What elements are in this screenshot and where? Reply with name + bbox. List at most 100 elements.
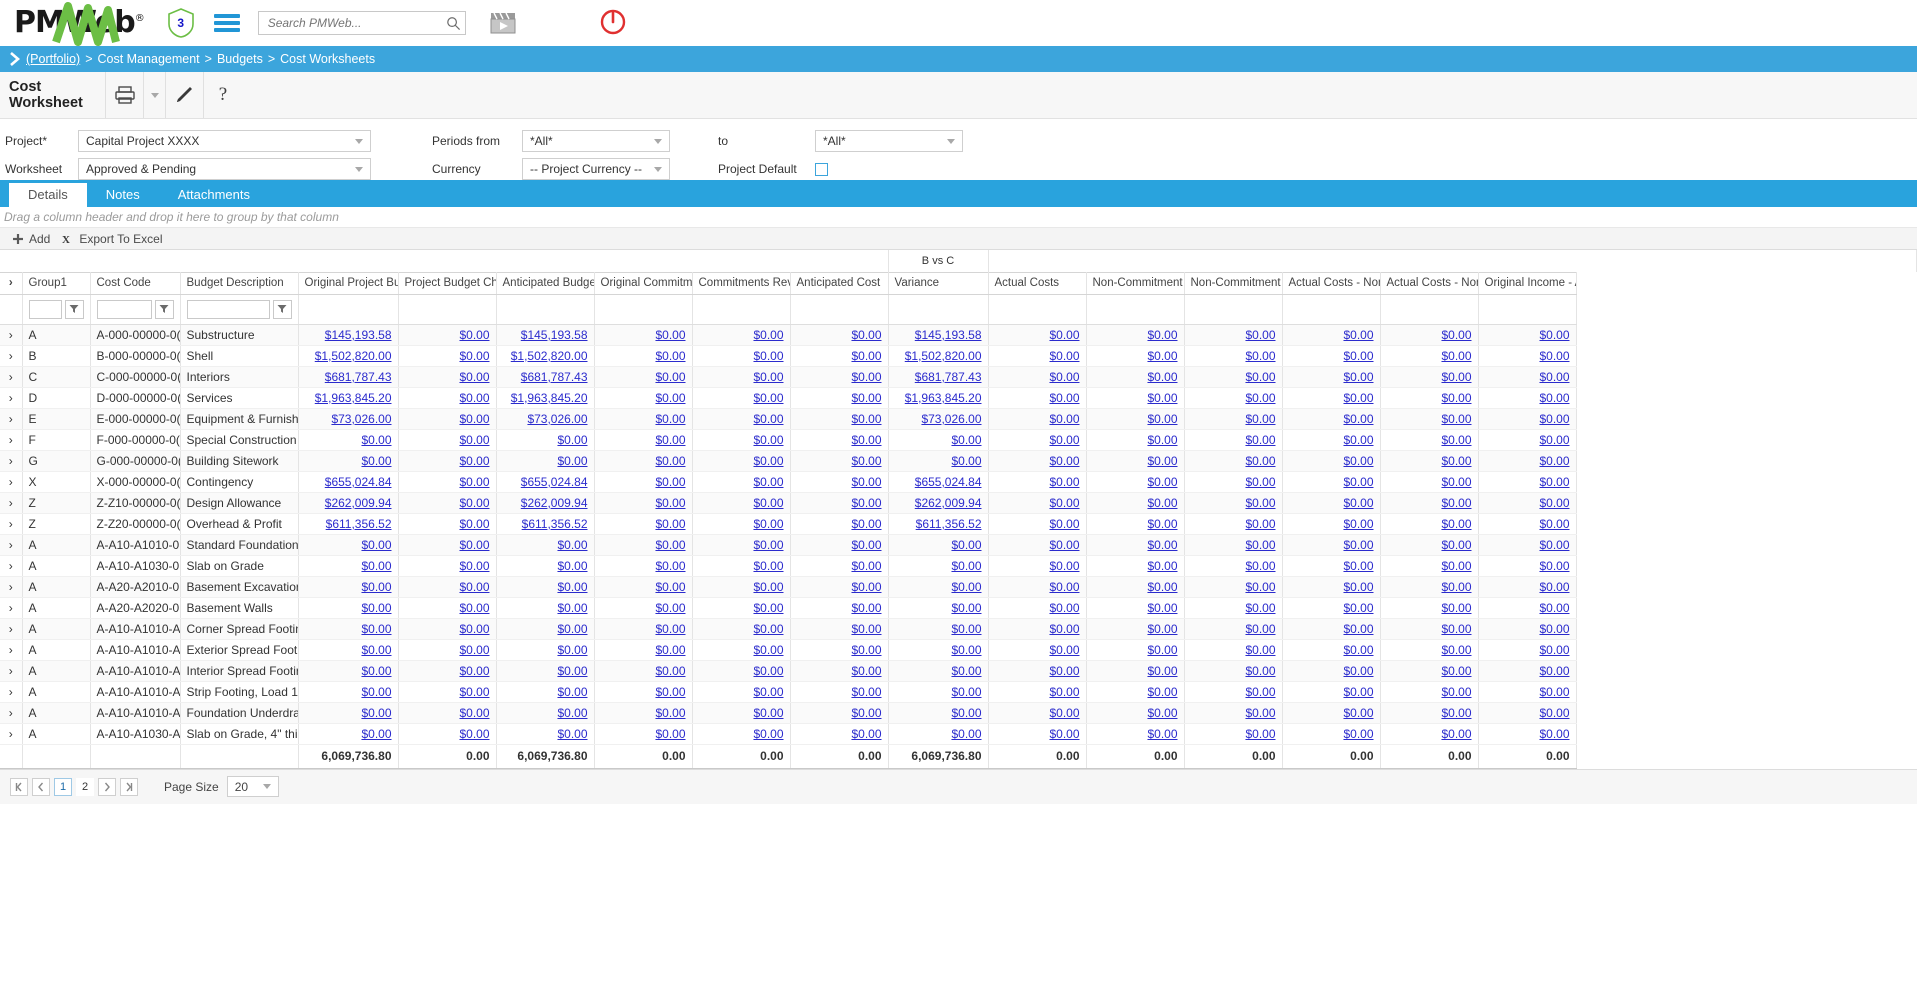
breadcrumb-item-cost-worksheets[interactable]: Cost Worksheets [280,52,375,66]
amount-link[interactable]: $0.00 [1049,664,1079,678]
cell-original_commitment[interactable]: $0.00 [594,555,693,577]
cell-commitments_revised[interactable]: $0.00 [692,618,791,640]
cell-actual_costs[interactable]: $0.00 [988,555,1087,577]
cell-non_commitment_2[interactable]: $0.00 [1184,366,1283,388]
amount-link[interactable]: $145,193.58 [915,328,982,342]
export-to-excel-button[interactable]: X Export To Excel [50,232,162,246]
amount-link[interactable]: $0.00 [655,538,685,552]
amount-link[interactable]: $0.00 [1147,685,1177,699]
cell-actual_costs_non_1[interactable]: $0.00 [1282,681,1381,703]
amount-link[interactable]: $0.00 [459,328,489,342]
amount-link[interactable]: $0.00 [851,349,881,363]
cell-non_commitment_1[interactable]: $0.00 [1086,597,1185,619]
amount-link[interactable]: $0.00 [459,559,489,573]
amount-link[interactable]: $1,502,820.00 [511,349,588,363]
amount-link[interactable]: $0.00 [851,454,881,468]
cell-non_commitment_1[interactable]: $0.00 [1086,429,1185,451]
amount-link[interactable]: $0.00 [851,580,881,594]
cell-variance[interactable]: $681,787.43 [888,366,989,388]
cell-anticipated_budget[interactable]: $0.00 [496,534,595,556]
amount-link[interactable]: $0.00 [753,580,783,594]
amount-link[interactable]: $0.00 [951,538,981,552]
amount-link[interactable]: $1,963,845.20 [511,391,588,405]
cell-actual_costs[interactable]: $0.00 [988,639,1087,661]
amount-link[interactable]: $0.00 [1049,517,1079,531]
amount-link[interactable]: $0.00 [1343,580,1373,594]
amount-link[interactable]: $0.00 [1147,538,1177,552]
amount-link[interactable]: $611,356.52 [326,517,392,531]
amount-link[interactable]: $0.00 [1343,727,1373,741]
amount-link[interactable]: $0.00 [361,664,391,678]
cell-original_commitment[interactable]: $0.00 [594,639,693,661]
row-expand-icon[interactable]: › [0,324,23,346]
filter-cell-group1[interactable] [22,294,91,325]
amount-link[interactable]: $0.00 [1539,559,1569,573]
amount-link[interactable]: $0.00 [1245,454,1275,468]
row-expand-icon[interactable]: › [0,702,23,724]
page-number-1[interactable]: 1 [54,777,72,796]
cell-non_commitment_1[interactable]: $0.00 [1086,639,1185,661]
amount-link[interactable]: $0.00 [1441,475,1471,489]
cell-anticipated_cost[interactable]: $0.00 [790,702,889,724]
cell-project_budget_changes[interactable]: $0.00 [398,513,497,535]
cell-original_commitment[interactable]: $0.00 [594,492,693,514]
amount-link[interactable]: $0.00 [951,727,981,741]
amount-link[interactable]: $0.00 [1539,475,1569,489]
table-row[interactable]: › A A-A10-A1010-A Foundation Underdra $0.00 $… [0,702,1917,724]
row-expand-icon[interactable]: › [0,576,23,598]
amount-link[interactable]: $0.00 [1049,412,1079,426]
amount-link[interactable]: $0.00 [557,559,587,573]
amount-link[interactable]: $0.00 [655,349,685,363]
cell-commitments_revised[interactable]: $0.00 [692,534,791,556]
amount-link[interactable]: $0.00 [459,517,489,531]
amount-link[interactable]: $0.00 [1343,391,1373,405]
cell-anticipated_budget[interactable]: $0.00 [496,597,595,619]
amount-link[interactable]: $0.00 [1147,517,1177,531]
amount-link[interactable]: $655,024.84 [325,475,392,489]
page-number-2[interactable]: 2 [76,777,94,796]
amount-link[interactable]: $0.00 [851,475,881,489]
table-row[interactable]: › A A-A20-A2010-0 Basement Excavation $0.00 $… [0,576,1917,598]
cell-non_commitment_2[interactable]: $0.00 [1184,450,1283,472]
cell-non_commitment_2[interactable]: $0.00 [1184,513,1283,535]
row-expand-icon[interactable]: › [0,492,23,514]
cell-original_project_budget[interactable]: $0.00 [298,576,399,598]
cell-actual_costs[interactable]: $0.00 [988,576,1087,598]
table-row[interactable]: › A A-A10-A1030-A Slab on Grade, 4" thic $0.… [0,723,1917,745]
cell-original_income[interactable]: $0.00 [1478,681,1577,703]
cell-actual_costs_non_2[interactable]: $0.00 [1380,723,1479,745]
amount-link[interactable]: $0.00 [1343,685,1373,699]
amount-link[interactable]: $0.00 [361,580,391,594]
prev-page-button[interactable] [32,777,50,796]
amount-link[interactable]: $0.00 [1245,727,1275,741]
tab-attachments[interactable]: Attachments [159,183,269,207]
cell-actual_costs_non_2[interactable]: $0.00 [1380,366,1479,388]
amount-link[interactable]: $0.00 [1245,664,1275,678]
amount-link[interactable]: $0.00 [1049,622,1079,636]
edit-button[interactable] [166,72,204,118]
cell-commitments_revised[interactable]: $0.00 [692,408,791,430]
table-row[interactable]: › A A-A10-A1010-A Interior Spread Footir $0.… [0,660,1917,682]
cell-original_income[interactable]: $0.00 [1478,429,1577,451]
column-header-budget_description[interactable]: Budget Description [180,271,299,295]
amount-link[interactable]: $0.00 [1441,454,1471,468]
amount-link[interactable]: $0.00 [851,370,881,384]
cell-actual_costs_non_2[interactable]: $0.00 [1380,324,1479,346]
cell-original_project_budget[interactable]: $0.00 [298,618,399,640]
amount-link[interactable]: $0.00 [361,601,391,615]
row-expand-icon[interactable]: › [0,723,23,745]
amount-link[interactable]: $0.00 [1441,370,1471,384]
amount-link[interactable]: $0.00 [851,412,881,426]
cell-original_commitment[interactable]: $0.00 [594,408,693,430]
cell-project_budget_changes[interactable]: $0.00 [398,429,497,451]
cell-non_commitment_2[interactable]: $0.00 [1184,429,1283,451]
cell-original_project_budget[interactable]: $0.00 [298,660,399,682]
cell-original_project_budget[interactable]: $611,356.52 [298,513,399,535]
cell-non_commitment_2[interactable]: $0.00 [1184,534,1283,556]
amount-link[interactable]: $0.00 [1049,370,1079,384]
project-select[interactable]: Capital Project XXXX [78,130,371,152]
amount-link[interactable]: $0.00 [361,559,391,573]
currency-select[interactable]: -- Project Currency -- [522,158,670,180]
amount-link[interactable]: $1,502,820.00 [905,349,982,363]
cell-anticipated_cost[interactable]: $0.00 [790,681,889,703]
